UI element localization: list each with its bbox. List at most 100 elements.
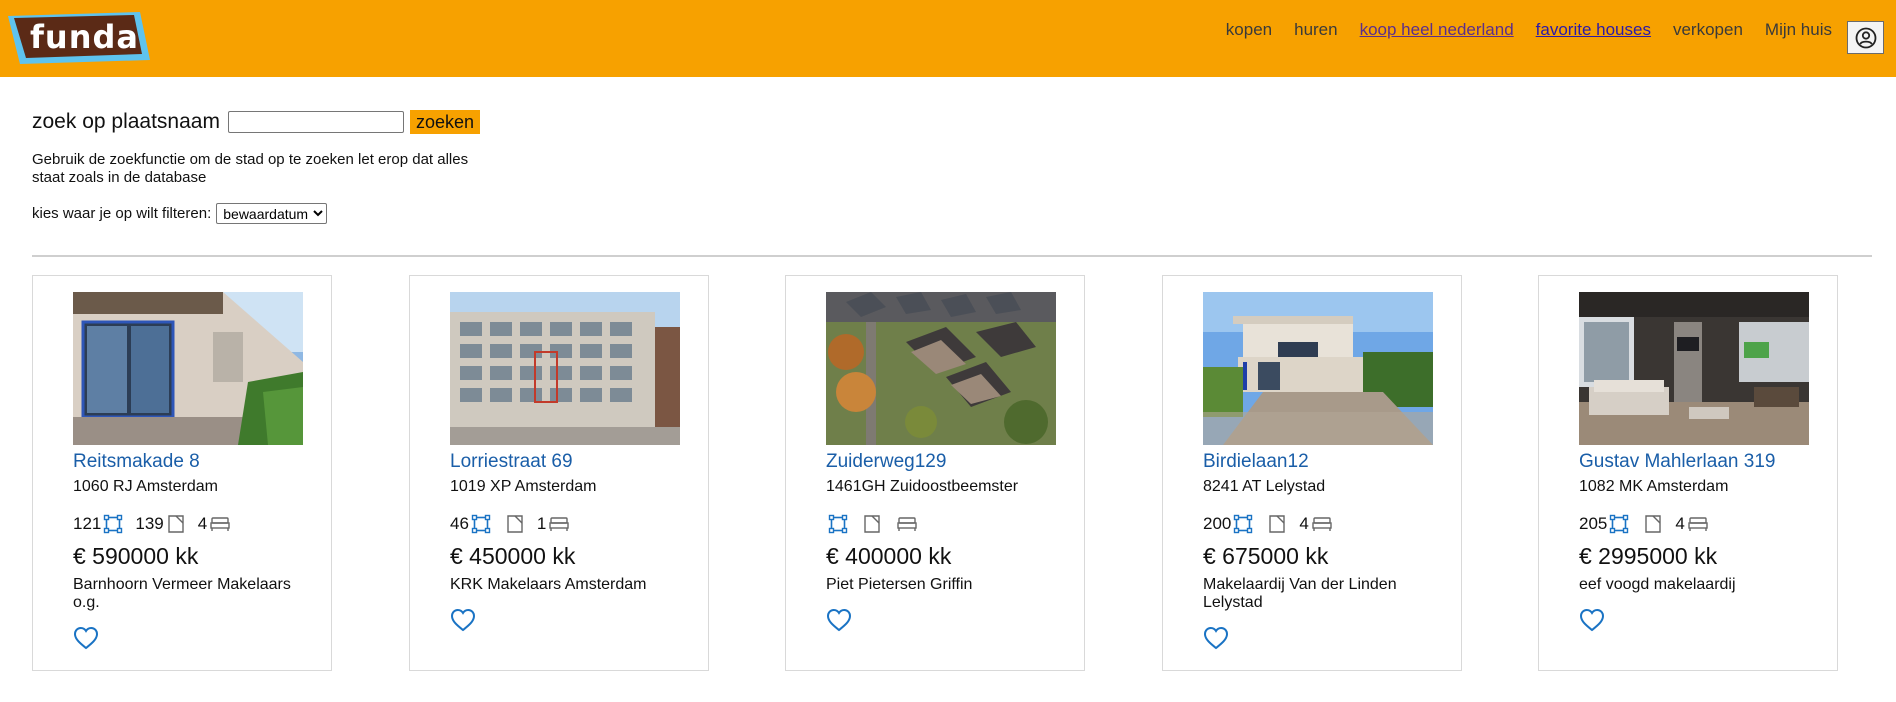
house-photo-apartment-block[interactable]: [450, 292, 680, 445]
rooms-spec: 4: [198, 514, 231, 534]
listing-street-link[interactable]: Birdielaan12: [1203, 451, 1309, 473]
living-area-spec: 46: [450, 514, 491, 534]
living-area-icon: [104, 514, 123, 534]
search-button[interactable]: zoeken: [409, 110, 481, 134]
nav-verkopen[interactable]: verkopen: [1673, 20, 1743, 40]
bed-icon: [549, 517, 570, 531]
plot-area-spec: [1641, 514, 1663, 534]
plot-area-spec: [860, 514, 882, 534]
living-area-spec: 121: [73, 514, 123, 534]
rooms-value: 4: [197, 514, 208, 533]
favorite-heart-icon[interactable]: [1203, 626, 1229, 650]
funda-logo[interactable]: funda: [4, 10, 150, 64]
listing-price: € 675000 kk: [1203, 543, 1329, 569]
living-area-icon: [1234, 514, 1253, 534]
plot-area-spec: [1265, 514, 1287, 534]
search-help-text: Gebruik de zoekfunctie om de stad op te …: [32, 151, 469, 186]
house-photo-villa[interactable]: [1203, 292, 1433, 445]
living-area-value: 200: [1203, 514, 1232, 533]
living-area-spec: [826, 514, 848, 534]
rooms-value: 4: [1299, 514, 1309, 533]
listing-agent: Barnhoorn Vermeer Makelaars o.g.: [73, 576, 291, 611]
listing-street-link[interactable]: Lorriestraat 69: [450, 451, 573, 473]
listing-agent: Piet Pietersen Griffin: [826, 576, 973, 593]
listing-price: € 590000 kk: [73, 543, 199, 569]
plot-area-icon: [864, 515, 880, 533]
bed-icon: [1688, 517, 1708, 531]
nav-mijn-huis[interactable]: Mijn huis: [1765, 20, 1832, 40]
living-area-spec: 200: [1203, 514, 1253, 534]
bed-icon: [1312, 517, 1332, 531]
search-label: zoek op plaatsnaam: [32, 110, 220, 133]
living-area-icon: [828, 514, 848, 534]
listing-postal: 8241 AT Lelystad: [1203, 478, 1326, 495]
listing-street-link[interactable]: Gustav Mahlerlaan 319: [1579, 451, 1775, 473]
nav-huren[interactable]: huren: [1294, 20, 1337, 40]
listing-card[interactable]: Reitsmakade 8 1060 RJ Amsterdam 121 139: [32, 275, 332, 671]
plot-area-icon: [507, 515, 523, 533]
rooms-spec: 4: [1675, 514, 1708, 534]
plot-area-value: 139: [135, 514, 164, 533]
bed-icon: [210, 517, 230, 531]
rooms-spec: [894, 514, 918, 534]
living-area-value: 121: [73, 514, 102, 533]
city-search-input[interactable]: [227, 111, 404, 133]
search-row: zoek op plaatsnaam zoeken: [32, 110, 481, 134]
favorite-heart-icon[interactable]: [1579, 608, 1605, 632]
listing-specs: 200 4: [1203, 512, 1345, 536]
listing-street-link[interactable]: Zuiderweg129: [826, 451, 946, 473]
main-nav: kopen huren koop heel nederland favorite…: [1204, 20, 1832, 40]
plot-area-icon: [168, 515, 184, 533]
living-area-icon: [471, 514, 491, 534]
user-circle-icon: [1855, 27, 1876, 48]
listing-card[interactable]: Lorriestraat 69 1019 XP Amsterdam 46 1 €…: [409, 275, 709, 671]
living-area-value: 46: [450, 514, 469, 533]
listing-postal: 1461GH Zuidoostbeemster: [826, 478, 1019, 495]
plot-area-spec: [503, 514, 525, 534]
listing-price: € 450000 kk: [450, 543, 576, 569]
plot-area-icon: [1645, 515, 1662, 533]
favorite-heart-icon[interactable]: [73, 626, 99, 650]
nav-favorite-houses[interactable]: favorite houses: [1536, 20, 1651, 40]
listing-card[interactable]: Zuiderweg129 1461GH Zuidoostbeemster € 4…: [785, 275, 1085, 671]
listing-card[interactable]: Gustav Mahlerlaan 319 1082 MK Amsterdam …: [1538, 275, 1838, 671]
nav-kopen[interactable]: kopen: [1226, 20, 1272, 40]
listing-postal: 1082 MK Amsterdam: [1579, 478, 1729, 495]
listing-price: € 2995000 kk: [1579, 543, 1718, 569]
logo-text: funda: [30, 18, 139, 56]
listing-agent: Makelaardij Van der Linden Lelystad: [1203, 576, 1397, 611]
filter-label: kies waar je op wilt filteren:: [32, 205, 212, 222]
listing-specs: 46 1: [450, 512, 582, 536]
listing-agent: eef voogd makelaardij: [1579, 576, 1736, 593]
house-photo-aerial[interactable]: [826, 292, 1056, 445]
listing-card[interactable]: Birdielaan12 8241 AT Lelystad 200 4 € 67…: [1162, 275, 1462, 671]
top-bar: funda kopen huren koop heel nederland fa…: [0, 0, 1896, 77]
plot-area-icon: [1269, 515, 1286, 533]
plot-area-spec: 139: [135, 514, 185, 534]
listing-specs: 205 4: [1579, 512, 1721, 536]
rooms-value: 4: [1675, 514, 1685, 533]
rooms-spec: 1: [537, 514, 570, 534]
favorite-heart-icon[interactable]: [826, 608, 852, 632]
listing-specs: 121 139 4: [73, 512, 243, 536]
nav-koop-heel-nederland[interactable]: koop heel nederland: [1360, 20, 1514, 40]
divider: [32, 255, 1872, 257]
listing-street-link[interactable]: Reitsmakade 8: [73, 451, 200, 473]
listing-specs: [826, 512, 930, 536]
listing-price: € 400000 kk: [826, 543, 952, 569]
living-area-icon: [1610, 514, 1629, 534]
favorite-heart-icon[interactable]: [450, 608, 476, 632]
listing-postal: 1019 XP Amsterdam: [450, 478, 597, 495]
filter-select[interactable]: bewaardatum: [216, 203, 328, 224]
living-area-value: 205: [1579, 514, 1608, 533]
rooms-spec: 4: [1299, 514, 1332, 534]
house-photo-bungalow[interactable]: [73, 292, 303, 445]
filter-row: kies waar je op wilt filteren: bewaardat…: [32, 203, 328, 224]
living-area-spec: 205: [1579, 514, 1629, 534]
rooms-value: 1: [536, 514, 547, 533]
account-button[interactable]: [1847, 21, 1884, 54]
listing-postal: 1060 RJ Amsterdam: [73, 478, 218, 495]
house-photo-interior[interactable]: [1579, 292, 1809, 445]
bed-icon: [897, 517, 917, 531]
listing-agent: KRK Makelaars Amsterdam: [450, 576, 647, 593]
